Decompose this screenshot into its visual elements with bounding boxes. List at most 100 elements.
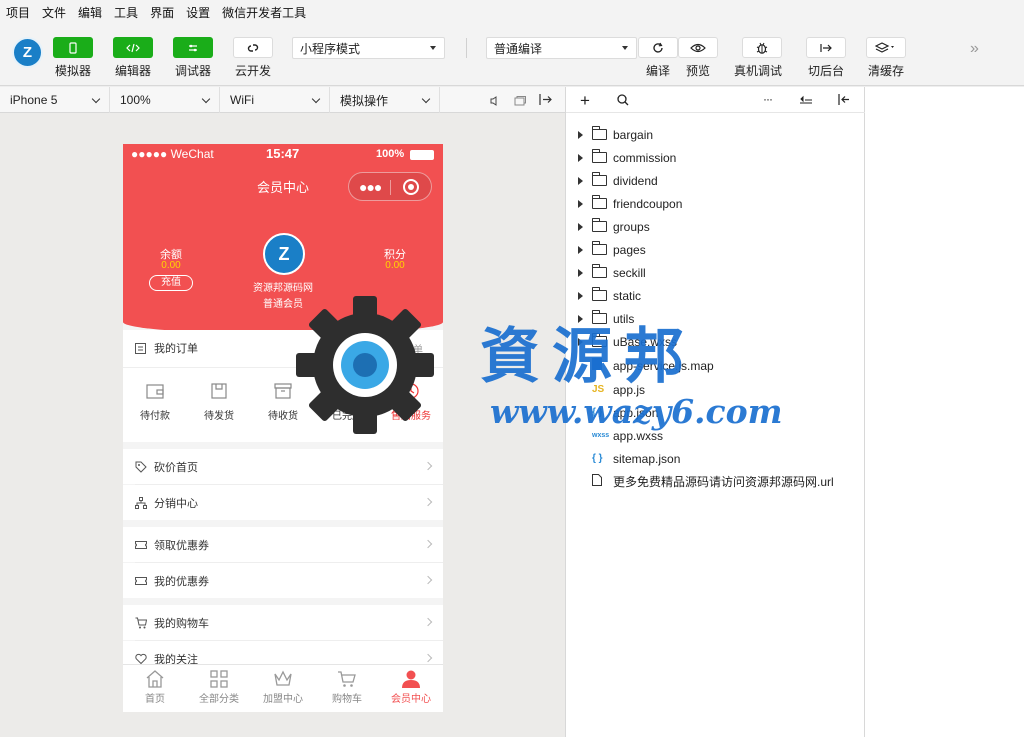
remote-debug-label: 真机调试 (734, 64, 783, 78)
folder-label: seckill (613, 265, 646, 280)
menu-view[interactable]: 界面 (150, 4, 174, 21)
tab-cart[interactable]: 购物车 (315, 664, 379, 705)
tab-categories[interactable]: 全部分类 (187, 664, 251, 705)
switch-background-icon (820, 43, 832, 52)
order-pending-shipment-label: 待发货 (204, 411, 234, 422)
order-completed[interactable]: 已完成 (315, 382, 379, 422)
json-file-icon: { } (592, 453, 603, 464)
folder-bargain[interactable]: bargain (578, 123, 653, 146)
file-explorer: + ··· bargain commission dividend friend… (565, 87, 866, 737)
debugger-button[interactable]: 调试器 (173, 37, 213, 79)
home-icon (146, 670, 164, 688)
tab-home[interactable]: 首页 (123, 664, 187, 705)
volume-icon[interactable] (490, 95, 498, 106)
menu-bargain[interactable]: 砍价首页 (123, 449, 443, 484)
tag-icon (135, 461, 147, 473)
menu-file[interactable]: 文件 (42, 4, 66, 21)
orders-all-link[interactable]: 全部订单 (383, 341, 423, 356)
menu-wechat-devtools[interactable]: 微信开发者工具 (222, 4, 306, 21)
menu-distribution[interactable]: 分销中心 (123, 485, 443, 520)
folder-dividend[interactable]: dividend (578, 169, 658, 192)
preview-button[interactable]: 预览 (678, 37, 718, 79)
chevron-down-icon (201, 94, 211, 104)
clear-cache-button[interactable]: 清缓存 (866, 37, 906, 79)
simulator-button[interactable]: 模拟器 (53, 37, 93, 79)
user-avatar[interactable]: Z (263, 233, 305, 275)
device-select[interactable]: iPhone 5 (0, 87, 110, 113)
network-select[interactable]: WiFi (220, 87, 330, 113)
wxss-file-icon: wxss (592, 432, 610, 439)
file-label: app.js (613, 382, 646, 397)
menu-settings[interactable]: 设置 (186, 4, 210, 21)
debug-icon (189, 44, 197, 51)
heart-icon (135, 653, 147, 664)
caret-right-icon (578, 222, 583, 231)
folder-utils[interactable]: utils (578, 307, 634, 330)
tab-member-center[interactable]: 会员中心 (379, 664, 443, 705)
close-circle-icon[interactable] (403, 179, 419, 195)
compile-select-value: 普通编译 (494, 41, 543, 56)
remote-debug-button[interactable]: 真机调试 (734, 37, 782, 79)
backend-button[interactable]: 切后台 (806, 37, 846, 79)
editor-button[interactable]: 编辑器 (113, 37, 153, 79)
folder-commission[interactable]: commission (578, 146, 676, 169)
battery-icon (410, 150, 434, 160)
clear-cache-label: 清缓存 (867, 64, 904, 78)
compile-select[interactable]: 普通编译 (486, 37, 637, 59)
order-pending-payment[interactable]: 待付款 (123, 382, 187, 422)
folder-seckill[interactable]: seckill (578, 261, 646, 284)
search-icon[interactable] (617, 94, 629, 106)
order-pending-shipment[interactable]: 待发货 (187, 382, 251, 422)
more-icon[interactable]: ··· (763, 92, 773, 106)
menu-project[interactable]: 项目 (6, 4, 30, 21)
file-app-service-map[interactable]: app-service.js.map (578, 354, 714, 377)
folder-ubase[interactable]: uBase.wxss (578, 330, 677, 353)
folder-groups[interactable]: groups (578, 215, 650, 238)
file-app-wxss[interactable]: wxss app.wxss (578, 424, 663, 447)
avatar[interactable]: Z (12, 37, 43, 68)
file-app-json[interactable]: { } app.json (578, 401, 658, 424)
folder-label: pages (613, 242, 646, 257)
operation-select[interactable]: 模拟操作 (330, 87, 440, 113)
menu-edit[interactable]: 编辑 (78, 4, 102, 21)
cart-icon (135, 617, 147, 628)
compile-button[interactable]: 编译 (638, 37, 678, 79)
orders-title: 我的订单 (154, 343, 198, 355)
orders-header[interactable]: 我的订单 全部订单 (135, 340, 435, 356)
orders-divider (123, 367, 443, 368)
zoom-select[interactable]: 100% (110, 87, 220, 113)
clock-icon (403, 383, 419, 399)
folder-pages[interactable]: pages (578, 238, 646, 261)
bug-icon (756, 42, 768, 54)
tab-franchise[interactable]: 加盟中心 (251, 664, 315, 705)
mode-select[interactable]: 小程序模式 (292, 37, 445, 59)
plus-icon[interactable]: + (580, 91, 590, 111)
menu-cart[interactable]: 我的购物车 (123, 605, 443, 640)
folder-friendcoupon[interactable]: friendcoupon (578, 192, 682, 215)
file-url[interactable]: 更多免费精品源码请访问资源邦源码网.url (578, 470, 834, 493)
detach-icon[interactable] (539, 93, 553, 106)
cloud-button[interactable]: 云开发 (233, 37, 273, 79)
outline-icon[interactable] (799, 95, 813, 105)
folder-static[interactable]: static (578, 284, 641, 307)
more-chevron-icon[interactable]: » (970, 40, 979, 58)
file-app-js[interactable]: JS app.js (578, 378, 645, 401)
file-sitemap-json[interactable]: { } sitemap.json (578, 447, 680, 470)
window-icon[interactable] (514, 95, 526, 106)
order-completed-label: 已完成 (332, 411, 362, 422)
menu-tools[interactable]: 工具 (114, 4, 138, 21)
mode-select-value: 小程序模式 (300, 41, 361, 56)
more-dots-icon[interactable]: ●●● (359, 179, 382, 195)
caret-down-icon (622, 46, 628, 50)
org-chart-icon (135, 496, 147, 509)
menu-my-coupon[interactable]: 我的优惠券 (123, 563, 443, 598)
folder-label: commission (613, 150, 677, 165)
collapse-panel-icon[interactable] (836, 93, 850, 106)
chevron-down-icon (421, 94, 431, 104)
order-pending-receipt[interactable]: 待收货 (251, 382, 315, 422)
capsule-menu[interactable]: ●●● (348, 172, 432, 201)
eye-icon (690, 43, 706, 52)
order-after-sale[interactable]: 售后服务 (379, 382, 443, 422)
menu-get-coupon[interactable]: 领取优惠券 (123, 527, 443, 562)
folder-label: groups (613, 219, 650, 234)
